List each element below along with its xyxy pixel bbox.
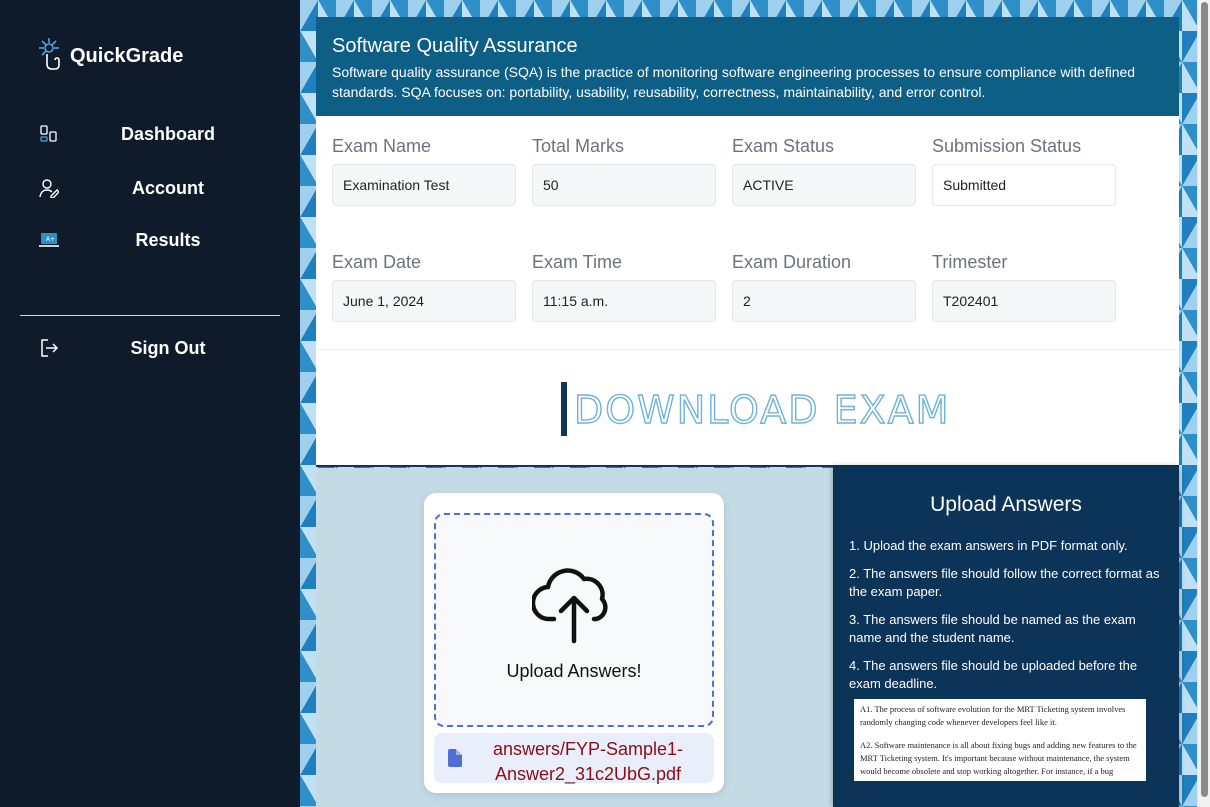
trimester-field: Trimester T202401 <box>932 252 1116 322</box>
instruction-item: 1. Upload the exam answers in PDF format… <box>849 538 1128 553</box>
quickgrade-logo-icon <box>34 36 64 77</box>
brand-logo[interactable]: QuickGrade <box>34 36 183 77</box>
exam-status-value: ACTIVE <box>732 164 916 206</box>
submission-status-field: Submission Status Submitted <box>932 136 1116 206</box>
download-section: DOWNLOAD EXAM <box>316 349 1179 467</box>
file-icon <box>448 749 462 772</box>
answer-file-preview: A1. The process of software evolution fo… <box>854 699 1146 781</box>
exam-status-field: Exam Status ACTIVE <box>732 136 916 206</box>
trimester-value: T202401 <box>932 280 1116 322</box>
exam-duration-value: 2 <box>732 280 916 322</box>
field-label: Submission Status <box>932 136 1082 156</box>
sidebar-item-label: Account <box>132 177 204 198</box>
instruction-item: 4. The answers file should be uploaded b… <box>849 658 1138 691</box>
uploaded-file-name[interactable]: answers/FYP-Sample1-Answer2_31c2UbG.pdf <box>488 737 688 787</box>
sidebar-item-account[interactable]: Account <box>0 168 300 208</box>
sidebar-item-dashboard[interactable]: Dashboard <box>0 114 300 154</box>
upload-card: Upload Answers! answers/FYP-Sample1-Answ… <box>424 493 724 793</box>
scrollbar-thumb[interactable] <box>1201 2 1208 797</box>
field-label: Exam Date <box>332 252 422 272</box>
field-label: Exam Time <box>532 252 623 272</box>
exam-name-value: Examination Test <box>332 164 516 206</box>
exam-time-field: Exam Time 11:15 a.m. <box>532 252 716 322</box>
course-description: Software quality assurance (SQA) is the … <box>332 64 1136 100</box>
cloud-upload-icon <box>530 565 616 650</box>
instructions-list: 1. Upload the exam answers in PDF format… <box>849 537 1169 703</box>
preview-paragraph: A1. The process of software evolution fo… <box>860 704 1126 727</box>
preview-paragraph: A2. Software maintenance is all about fi… <box>860 740 1137 781</box>
field-label: Exam Name <box>332 136 432 156</box>
instruction-item: 2. The answers file should follow the co… <box>849 566 1160 599</box>
course-header: Software Quality Assurance Software qual… <box>316 17 1179 116</box>
app-name: QuickGrade <box>70 45 184 67</box>
sidebar-divider <box>20 315 280 316</box>
uploaded-file-chip[interactable]: answers/FYP-Sample1-Answer2_31c2UbG.pdf <box>434 733 714 784</box>
download-exam-button[interactable]: DOWNLOAD EXAM <box>573 387 950 432</box>
exam-date-field: Exam Date June 1, 2024 <box>332 252 516 322</box>
exam-duration-field: Exam Duration 2 <box>732 252 916 322</box>
course-title: Software Quality Assurance <box>332 35 578 57</box>
download-accent-bar <box>561 382 567 436</box>
sidebar-item-sign-out[interactable]: Sign Out <box>0 328 300 368</box>
upload-dropzone[interactable]: Upload Answers! <box>434 513 714 727</box>
sidebar: QuickGrade Dashboard Account A+ Results <box>0 0 300 807</box>
field-label: Total Marks <box>532 136 625 156</box>
total-marks-value: 50 <box>532 164 716 206</box>
field-label: Exam Status <box>732 136 835 156</box>
field-label: Exam Duration <box>732 252 852 272</box>
exam-time-value: 11:15 a.m. <box>532 280 716 322</box>
exam-info-panel: Exam Name Examination Test Total Marks 5… <box>316 116 1179 349</box>
exam-date-value: June 1, 2024 <box>332 280 516 322</box>
upload-dropzone-label: Upload Answers! <box>506 661 642 681</box>
sidebar-item-label: Dashboard <box>120 123 216 144</box>
instructions-title: Upload Answers <box>930 493 1082 516</box>
sign-out-label: Sign Out <box>130 337 206 358</box>
page-scrollbar[interactable] <box>1197 0 1210 807</box>
instruction-item: 3. The answers file should be named as t… <box>849 612 1136 645</box>
exam-name-field: Exam Name Examination Test <box>332 136 516 206</box>
submission-status-value: Submitted <box>932 164 1116 206</box>
upload-instructions-panel: Upload Answers 1. Upload the exam answer… <box>833 467 1179 807</box>
sidebar-item-results[interactable]: A+ Results <box>0 220 300 260</box>
field-label: Trimester <box>932 252 1008 272</box>
total-marks-field: Total Marks 50 <box>532 136 716 206</box>
sidebar-item-label: Results <box>135 229 201 250</box>
